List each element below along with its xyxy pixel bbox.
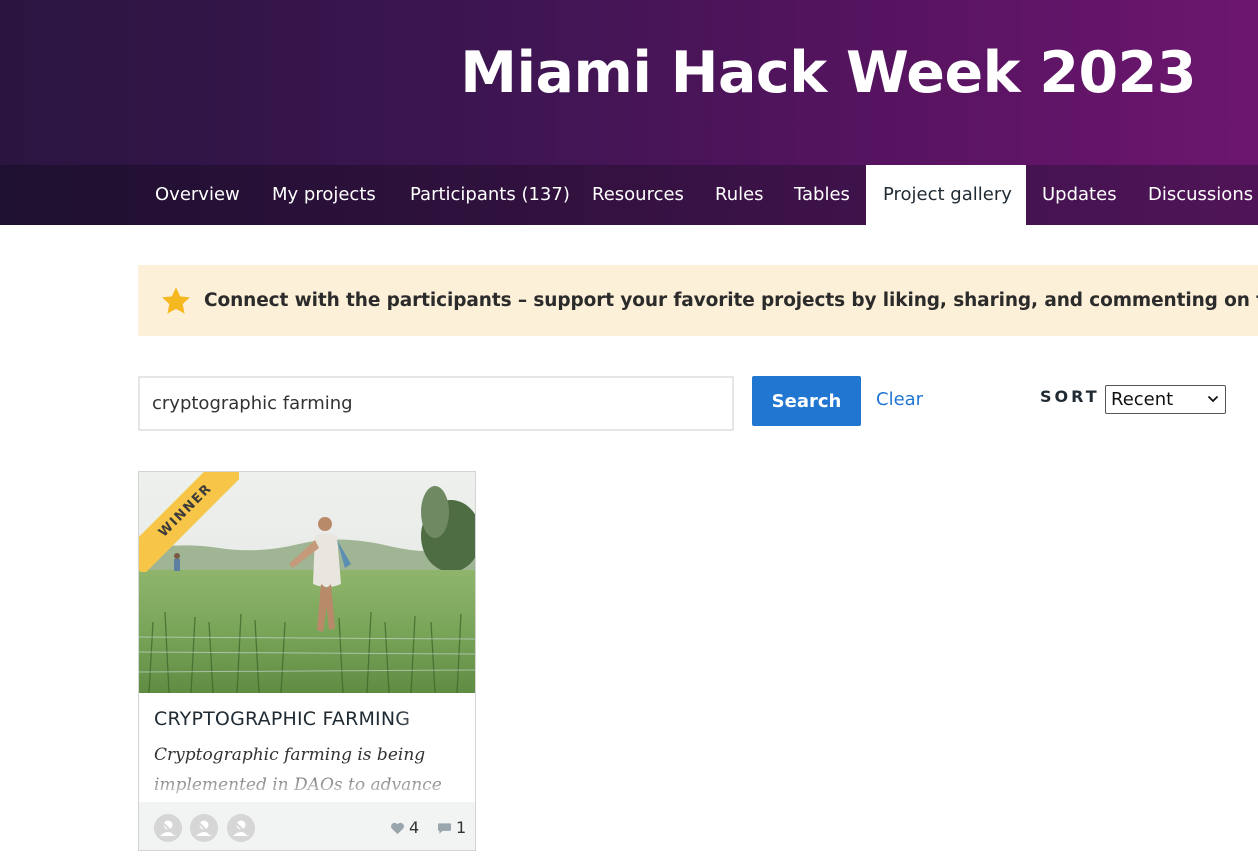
chevron-down-icon	[1207, 395, 1219, 403]
comments-count: 1	[456, 818, 467, 837]
nav-overview[interactable]: Overview	[155, 165, 240, 225]
sort-select[interactable]: Recent	[1105, 385, 1226, 414]
clear-link[interactable]: Clear	[876, 389, 923, 410]
winner-ribbon: WINNER	[139, 472, 239, 572]
likes-count: 4	[409, 818, 420, 837]
nav-participants[interactable]: Participants (137)	[410, 165, 570, 225]
hero-header: Miami Hack Week 2023	[0, 0, 1258, 165]
nav-updates[interactable]: Updates	[1042, 165, 1117, 225]
winner-badge: WINNER	[139, 472, 239, 572]
sort-label: SORT	[1040, 387, 1100, 406]
comment-icon	[438, 823, 451, 834]
card-footer: 4 1	[139, 802, 475, 850]
title-fade	[394, 704, 464, 734]
star-icon	[162, 287, 190, 314]
nav-rules[interactable]: Rules	[715, 165, 764, 225]
search-input[interactable]	[138, 376, 734, 431]
main-nav: Overview My projects Participants (137) …	[0, 165, 1258, 225]
user-avatar-icon[interactable]	[154, 814, 182, 842]
nav-resources[interactable]: Resources	[592, 165, 684, 225]
nav-project-gallery[interactable]: Project gallery	[866, 165, 1026, 225]
hackathon-title: Miami Hack Week 2023	[460, 40, 1196, 106]
banner-message: Connect with the participants – support …	[204, 290, 1258, 311]
nav-my-projects[interactable]: My projects	[272, 165, 376, 225]
description-fade	[139, 762, 475, 802]
user-avatar-icon[interactable]	[227, 814, 255, 842]
likes-stat[interactable]: 4	[390, 818, 419, 837]
project-card[interactable]: WINNER CRYPTOGRAPHIC FARMING Cryptograph…	[138, 471, 476, 851]
sort-selected-value: Recent	[1111, 389, 1174, 410]
nav-discussions[interactable]: Discussions	[1148, 165, 1253, 225]
search-button[interactable]: Search	[752, 376, 861, 426]
user-avatar-icon[interactable]	[190, 814, 218, 842]
info-banner: Connect with the participants – support …	[138, 265, 1258, 336]
nav-tables[interactable]: Tables	[794, 165, 850, 225]
comments-stat[interactable]: 1	[437, 818, 466, 837]
heart-icon	[391, 822, 404, 835]
